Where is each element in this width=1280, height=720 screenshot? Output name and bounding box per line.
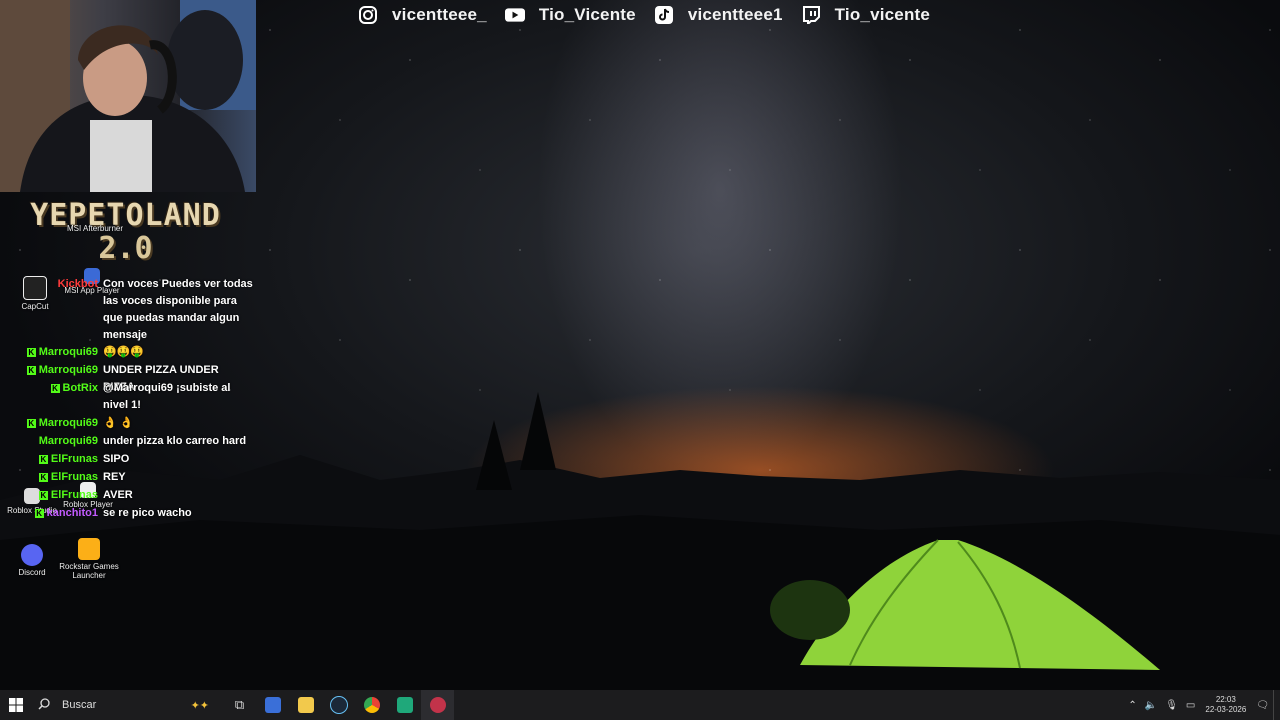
clock[interactable]: 22:03 22-03-2026 bbox=[1205, 695, 1246, 715]
chat-username: ElFrunas bbox=[50, 489, 98, 501]
capcut-icon bbox=[23, 276, 47, 300]
youtube-handle: Tio_Vicente bbox=[538, 5, 636, 24]
chat-text: @Marroqui69 ¡subiste al nivel 1! bbox=[103, 382, 231, 411]
chat-username: Marroqui69 bbox=[38, 417, 98, 429]
chat-text: under pizza klo carreo hard bbox=[103, 435, 247, 447]
show-desktop-button[interactable] bbox=[1273, 690, 1280, 720]
chat-username: BotRix bbox=[62, 382, 98, 394]
roblox-studio-icon bbox=[24, 488, 40, 504]
chrome-icon bbox=[363, 697, 380, 713]
youtube-icon bbox=[504, 5, 525, 25]
tiktok-handle: vicentteee1 bbox=[687, 5, 783, 24]
kick-badge-icon: K bbox=[50, 383, 60, 393]
instagram-handle: vicentteee_ bbox=[392, 5, 487, 24]
chat-username: ElFrunas bbox=[50, 471, 98, 483]
kick-badge-icon: K bbox=[26, 365, 36, 375]
social-twitch[interactable]: Tio_vicente bbox=[801, 5, 930, 25]
discord-icon bbox=[21, 544, 43, 566]
start-button[interactable] bbox=[0, 690, 32, 720]
social-links-bar: vicentteee_ Tio_Vicente vicentteee1 Tio_… bbox=[358, 3, 948, 27]
chat-username-row: K ElFrunas bbox=[38, 489, 98, 501]
taskbar-streaming-app[interactable] bbox=[388, 690, 421, 720]
social-youtube[interactable]: Tio_Vicente bbox=[504, 5, 636, 25]
chat-text: Con voces Puedes ver todas las voces dis… bbox=[103, 278, 253, 341]
notification-icon[interactable]: 🗨 bbox=[1256, 700, 1269, 711]
network-icon[interactable]: ▭ bbox=[1186, 700, 1195, 711]
store-icon bbox=[264, 697, 281, 713]
chat-username: ElFrunas bbox=[50, 453, 98, 465]
chat-username-row: K BotRix bbox=[50, 382, 98, 394]
chat-username-row: Kkanchito1 bbox=[34, 507, 98, 519]
folder-icon bbox=[297, 697, 314, 713]
clock-time: 22:03 bbox=[1215, 695, 1236, 704]
windows-icon bbox=[9, 698, 23, 712]
taskbar-task-view[interactable]: ⧉ bbox=[223, 690, 256, 720]
desktop-icon-msi-afterburner[interactable]: MSI Afterburner bbox=[60, 224, 130, 233]
chat-username: Marroqui69 bbox=[38, 435, 98, 447]
chat-text: se re pico wacho bbox=[103, 507, 192, 519]
kick-badge-icon: K bbox=[34, 508, 44, 518]
search-highlight-icon: ✦✦ bbox=[190, 699, 209, 712]
search-placeholder: Buscar bbox=[62, 699, 97, 711]
streaming-app-icon bbox=[396, 697, 413, 713]
chat-username-row: K Marroqui69 bbox=[26, 417, 98, 429]
chat-text: AVER bbox=[103, 489, 133, 501]
taskbar-chrome[interactable] bbox=[355, 690, 388, 720]
rockstar-icon bbox=[78, 538, 100, 560]
desktop-icon-rockstar[interactable]: Rockstar Games Launcher bbox=[54, 538, 124, 580]
active-app-icon bbox=[429, 697, 446, 713]
chat-text: 👌 👌 bbox=[103, 417, 134, 429]
streamer-webcam-image bbox=[0, 0, 256, 192]
chat-text: SIPO bbox=[103, 453, 130, 465]
chat-username-row: K ElFrunas bbox=[38, 471, 98, 483]
chat-text: 🤑🤑🤑 bbox=[103, 346, 145, 358]
tiktok-icon bbox=[654, 5, 674, 25]
twitch-handle: Tio_vicente bbox=[834, 5, 931, 24]
kick-badge-icon: K bbox=[38, 490, 48, 500]
desktop-icon-label: CapCut bbox=[21, 302, 49, 311]
twitch-icon bbox=[801, 5, 821, 25]
social-tiktok[interactable]: vicentteee1 bbox=[654, 5, 783, 25]
kick-badge-icon: K bbox=[26, 347, 36, 357]
chevron-up-icon[interactable]: ⌃ bbox=[1128, 700, 1136, 711]
kick-badge-icon: K bbox=[38, 472, 48, 482]
instagram-icon bbox=[358, 5, 378, 25]
desktop-icon-label: Discord bbox=[18, 568, 46, 577]
webcam-overlay bbox=[0, 0, 256, 192]
taskbar-steam[interactable] bbox=[322, 690, 355, 720]
desktop-icon-label: MSI Afterburner bbox=[66, 224, 124, 233]
taskbar-store[interactable] bbox=[256, 690, 289, 720]
chat-username-row: K ElFrunas bbox=[38, 453, 98, 465]
chat-username: Marroqui69 bbox=[38, 364, 98, 376]
taskbar: Buscar ✦✦ ⧉ ⌃ 🔈 🎙 ▭ 22:03 22-03-2026 🗨 bbox=[0, 690, 1280, 720]
steam-icon bbox=[329, 696, 348, 714]
kick-badge-icon: K bbox=[26, 418, 36, 428]
chat-username-row: K Marroqui69 bbox=[26, 346, 98, 358]
search-icon bbox=[38, 697, 50, 713]
chat-username: Marroqui69 bbox=[38, 346, 98, 358]
chat-username: Kickbot bbox=[57, 278, 98, 290]
social-instagram[interactable]: vicentteee_ bbox=[358, 5, 487, 25]
taskbar-search-box[interactable]: Buscar ✦✦ bbox=[32, 690, 223, 720]
system-tray: ⌃ 🔈 🎙 ▭ 22:03 22-03-2026 🗨 bbox=[1124, 690, 1280, 720]
kick-badge-icon: K bbox=[38, 454, 48, 464]
desktop-icon-label: Rockstar Games Launcher bbox=[59, 562, 119, 580]
volume-icon[interactable]: 🔈 bbox=[1145, 700, 1157, 711]
chat-username: kanchito1 bbox=[46, 507, 98, 519]
microphone-icon[interactable]: 🎙 bbox=[1165, 700, 1178, 711]
clock-date: 22-03-2026 bbox=[1205, 705, 1247, 714]
task-view-icon: ⧉ bbox=[234, 697, 245, 712]
taskbar-active-app[interactable] bbox=[421, 690, 454, 720]
logo-version: 2.0 bbox=[98, 231, 153, 266]
chat-username-row: K Marroqui69 bbox=[26, 364, 98, 376]
taskbar-file-explorer[interactable] bbox=[289, 690, 322, 720]
chat-text: REY bbox=[103, 471, 126, 483]
